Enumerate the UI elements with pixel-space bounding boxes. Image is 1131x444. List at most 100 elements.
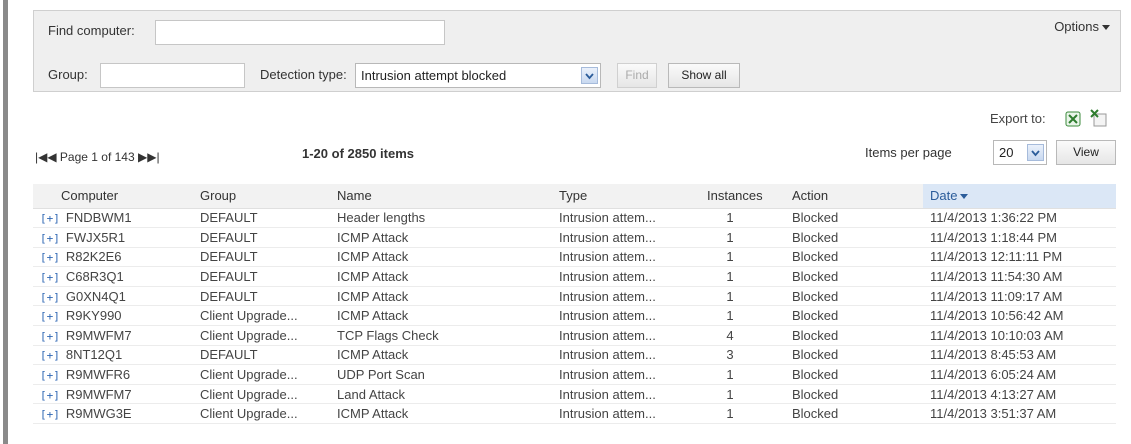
expand-row-icon[interactable]: [+] (40, 212, 60, 225)
table-row[interactable]: [+] C68R3Q1 DEFAULT ICMP Attack Intrusion at… (33, 266, 1116, 287)
cell-type: Intrusion attem... (552, 208, 700, 229)
table-row[interactable]: [+] R82K2E6 DEFAULT ICMP Attack Intrusion at… (33, 247, 1116, 268)
cell-action-text: Blocked (792, 386, 839, 402)
export-csv-icon[interactable] (1090, 109, 1107, 127)
expand-row-icon[interactable]: [+] (40, 271, 60, 284)
cell-instances: 1 (700, 227, 785, 248)
header-type[interactable]: Type (552, 184, 700, 209)
caret-down-icon (1102, 25, 1110, 31)
cell-group: DEFAULT (193, 247, 330, 268)
cell-action: Blocked (785, 403, 923, 425)
cell-type-text: Intrusion attem... (559, 249, 656, 265)
detection-type-select[interactable]: Intrusion attempt blocked (355, 63, 601, 88)
cell-computer: [+] R9MWFM7 (33, 384, 193, 405)
cell-group-text: Client Upgrade... (200, 406, 298, 422)
cell-name: ICMP Attack (330, 305, 552, 327)
prev-page-icon[interactable]: ◀ (47, 150, 60, 164)
cell-type-text: Intrusion attem... (559, 327, 656, 343)
cell-group-text: Client Upgrade... (200, 386, 298, 402)
cell-instances: 1 (700, 266, 785, 287)
expand-row-icon[interactable]: [+] (40, 389, 60, 402)
cell-computer: [+] FNDBWM1 (33, 208, 193, 229)
header-name[interactable]: Name (330, 184, 552, 209)
group-input[interactable] (100, 63, 245, 88)
cell-date-text: 11/4/2013 10:10:03 AM (930, 327, 1064, 343)
cell-type: Intrusion attem... (552, 345, 700, 366)
options-menu[interactable]: Options (1054, 19, 1110, 34)
cell-date: 11/4/2013 3:51:37 AM (923, 403, 1116, 425)
header-action[interactable]: Action (785, 184, 923, 209)
cell-name: Header lengths (330, 208, 552, 229)
cell-type-text: Intrusion attem... (559, 308, 656, 324)
view-button[interactable]: View (1056, 140, 1116, 165)
header-computer[interactable]: Computer (33, 184, 193, 209)
cell-instances: 1 (700, 286, 785, 307)
table-row[interactable]: [+] FWJX5R1 DEFAULT ICMP Attack Intrusion at… (33, 227, 1116, 248)
cell-action-text: Blocked (792, 249, 839, 265)
cell-type: Intrusion attem... (552, 364, 700, 385)
page-indicator: Page 1 of 143 (59, 149, 135, 164)
dropdown-arrow-icon[interactable] (1027, 144, 1044, 161)
items-per-page-label: Items per page (865, 145, 952, 160)
table-row[interactable]: [+] R9MWFR6 Client Upgrade... UDP Port Scan… (33, 364, 1116, 385)
cell-date-text: 11/4/2013 4:13:27 AM (930, 386, 1057, 402)
cell-instances-text: 1 (726, 269, 734, 285)
cell-name: ICMP Attack (330, 247, 552, 268)
table-row[interactable]: [+] R9MWG3E Client Upgrade... ICMP Attack In… (33, 403, 1116, 425)
cell-type-text: Intrusion attem... (559, 367, 656, 383)
cell-group: Client Upgrade... (193, 403, 330, 425)
cell-computer-text: R9MWFM7 (65, 327, 132, 343)
table-row[interactable]: [+] R9MWFM7 Client Upgrade... TCP Flags Che… (33, 325, 1116, 346)
header-instances[interactable]: Instances (700, 184, 785, 209)
left-border (0, 0, 8, 444)
cell-date: 11/4/2013 10:56:42 AM (923, 305, 1116, 327)
table-row[interactable]: [+] G0XN4Q1 DEFAULT ICMP Attack Intrusion at… (33, 286, 1116, 307)
expand-row-icon[interactable]: [+] (40, 310, 60, 323)
cell-group-text: DEFAULT (200, 347, 258, 363)
cell-name-text: ICMP Attack (337, 347, 409, 363)
expand-row-icon[interactable]: [+] (40, 369, 60, 382)
expand-row-icon[interactable]: [+] (40, 291, 60, 304)
next-page-icon[interactable]: ▶ (135, 150, 147, 164)
item-count: 1-20 of 2850 items (302, 146, 415, 161)
cell-name: ICMP Attack (330, 286, 552, 307)
cell-action-text: Blocked (792, 229, 839, 245)
find-button[interactable]: Find (617, 63, 657, 88)
dropdown-arrow-icon[interactable] (581, 67, 598, 84)
cell-group-text: DEFAULT (200, 249, 258, 265)
table-row[interactable]: [+] R9MWFM7 Client Upgrade... Land Attack In… (33, 384, 1116, 405)
cell-instances: 1 (700, 247, 785, 268)
expand-row-icon[interactable]: [+] (40, 232, 60, 245)
cell-type: Intrusion attem... (552, 227, 700, 248)
find-computer-input[interactable] (155, 20, 445, 45)
first-page-icon[interactable]: |◀ (35, 150, 47, 164)
export-excel-icon[interactable] (1065, 111, 1081, 127)
cell-date-text: 11/4/2013 6:05:24 AM (930, 367, 1057, 383)
expand-row-icon[interactable]: [+] (40, 251, 60, 264)
table-row[interactable]: [+] 8NT12Q1 DEFAULT ICMP Attack Intrusion at… (33, 345, 1116, 366)
header-group[interactable]: Group (193, 184, 330, 209)
cell-name: TCP Flags Check (330, 325, 552, 346)
cell-group: DEFAULT (193, 208, 330, 229)
cell-instances-text: 1 (726, 367, 734, 383)
cell-computer-text: R9MWFM7 (65, 386, 132, 402)
items-per-page-select[interactable]: 20 (993, 140, 1047, 165)
cell-group-text: DEFAULT (200, 229, 258, 245)
cell-action-text: Blocked (792, 406, 839, 422)
cell-group: DEFAULT (193, 345, 330, 366)
cell-computer-text: FWJX5R1 (65, 229, 126, 245)
export-label: Export to: (990, 111, 1046, 126)
last-page-icon[interactable]: ▶| (147, 150, 159, 164)
show-all-button[interactable]: Show all (668, 63, 740, 88)
cell-date: 11/4/2013 11:09:17 AM (923, 286, 1116, 307)
expand-row-icon[interactable]: [+] (40, 349, 60, 362)
expand-row-icon[interactable]: [+] (40, 330, 60, 343)
table-row[interactable]: [+] FNDBWM1 DEFAULT Header lengths Intrusion… (33, 208, 1116, 229)
cell-type: Intrusion attem... (552, 247, 700, 268)
cell-instances: 3 (700, 345, 785, 366)
cell-date-text: 11/4/2013 1:36:22 PM (930, 210, 1057, 226)
table-row[interactable]: [+] R9KY990 Client Upgrade... ICMP Attack In… (33, 305, 1116, 327)
detection-type-label: Detection type: (260, 67, 347, 82)
header-date[interactable]: Date (923, 184, 1116, 209)
expand-row-icon[interactable]: [+] (40, 408, 60, 421)
